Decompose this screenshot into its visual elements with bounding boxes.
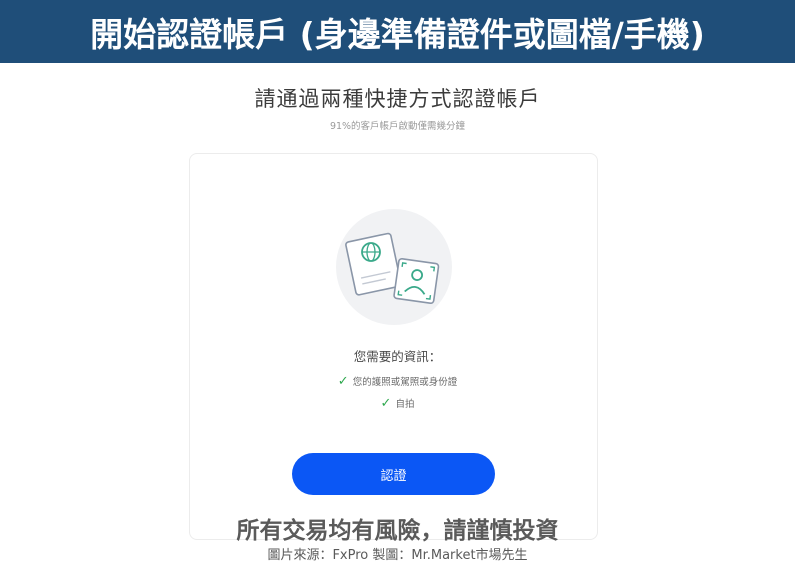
page-subtitle: 91%的客戶帳戶啟動僅需幾分鐘 — [329, 121, 466, 132]
check-icon: ✓ — [380, 395, 392, 411]
page-title: 請通過兩種快捷方式認證帳戶 — [254, 87, 541, 111]
image-credit-caption: 圖片來源：FxPro 製圖：Mr.Market市場先生 — [267, 548, 528, 563]
selfie-frame-icon — [393, 258, 440, 305]
requirement-item-selfie: ✓ 自拍 — [0, 395, 795, 411]
requirement-item-id-document: ✓ 您的護照或駕照或身份證 — [0, 373, 795, 389]
document-illustration — [336, 209, 452, 325]
top-banner: 開始認證帳戶 (身邊準備證件或圖檔/手機) — [0, 0, 795, 63]
banner-title: 開始認證帳戶 (身邊準備證件或圖檔/手機) — [90, 14, 705, 54]
verify-button[interactable]: 認證 — [292, 453, 495, 495]
risk-warning-caption: 所有交易均有風險，請謹慎投資 — [236, 518, 559, 544]
requirement-label: 自拍 — [395, 399, 415, 410]
info-needed-title: 您需要的資訊： — [353, 349, 442, 364]
passport-icon — [345, 232, 402, 296]
requirement-label: 您的護照或駕照或身份證 — [352, 377, 458, 388]
check-icon: ✓ — [337, 373, 349, 389]
